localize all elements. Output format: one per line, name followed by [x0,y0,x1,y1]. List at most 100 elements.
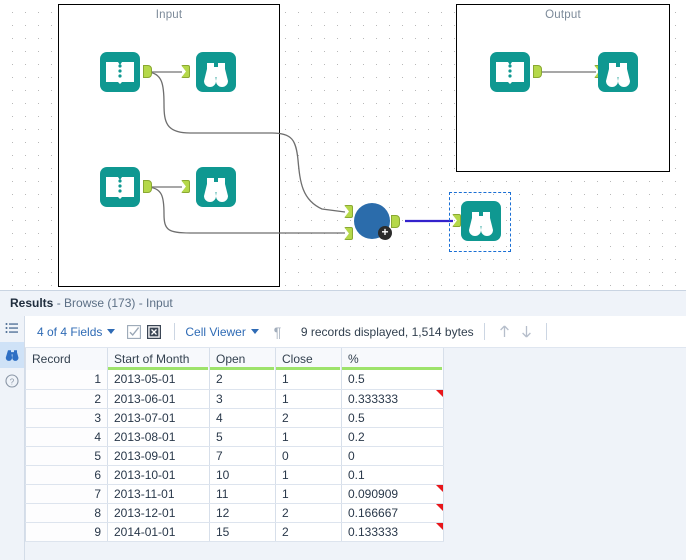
cell-open[interactable]: 4 [209,408,276,428]
cell-pct[interactable]: 0.090909 [341,484,444,504]
chevron-down-icon [107,329,116,334]
cell-month[interactable]: 2013-08-01 [107,427,210,447]
table-row[interactable]: 8 2013-12-01 12 2 0.166667 [25,503,444,523]
browse-binoculars-icon [196,167,236,207]
input-data-tool-2[interactable] [98,165,142,209]
cell-open[interactable]: 15 [209,522,276,542]
metadata-list-icon [5,323,18,333]
input-data-tool-3[interactable] [488,50,532,94]
table-row[interactable]: 5 2013-09-01 7 0 0 [25,446,444,466]
cell-pct[interactable]: 0.133333 [341,522,444,542]
column-header-open[interactable]: Open [209,348,276,370]
output-anchor[interactable] [143,180,152,193]
cell-close[interactable]: 1 [275,427,342,447]
cell-record[interactable]: 2 [25,389,108,409]
table-row[interactable]: 2 2013-06-01 3 1 0.333333 [25,389,444,409]
cell-pct[interactable]: 0.1 [341,465,444,485]
input-container[interactable]: Input [58,4,280,287]
input-data-icon [100,167,140,207]
cell-open[interactable]: 2 [209,370,276,390]
cell-open[interactable]: 5 [209,427,276,447]
cell-close[interactable]: 1 [275,370,342,390]
cell-month[interactable]: 2013-09-01 [107,446,210,466]
cell-record[interactable]: 9 [25,522,108,542]
join-input-anchor-bottom[interactable] [344,227,353,240]
chevron-down-icon [250,329,259,334]
output-anchor[interactable] [143,65,152,78]
cell-close[interactable]: 2 [275,503,342,523]
select-all-fields-button[interactable] [127,324,142,339]
checkbox-check-icon [127,324,142,339]
cell-close[interactable]: 1 [275,465,342,485]
cell-close[interactable]: 1 [275,484,342,504]
add-connection-badge[interactable]: + [378,226,392,240]
column-header-record[interactable]: Record [25,348,108,370]
table-row[interactable]: 3 2013-07-01 4 2 0.5 [25,408,444,428]
results-grid[interactable]: Record Start of Month Open Close% 1 2013-05-… [25,348,686,560]
cell-pct[interactable]: 0.333333 [341,389,444,409]
cell-pct[interactable]: 0.5 [341,370,444,390]
cell-value: 7 [216,448,223,463]
cell-pct[interactable]: 0.2 [341,427,444,447]
deselect-all-fields-button[interactable] [147,324,162,339]
cell-month[interactable]: 2013-07-01 [107,408,210,428]
cell-record[interactable]: 1 [25,370,108,390]
cell-record[interactable]: 8 [25,503,108,523]
input-data-tool-1[interactable] [98,50,142,94]
table-row[interactable]: 6 2013-10-01 10 1 0.1 [25,465,444,485]
column-header-month[interactable]: Start of Month [107,348,210,370]
cell-month[interactable]: 2013-05-01 [107,370,210,390]
sidebar-item-metadata[interactable] [0,316,24,342]
column-header-label: Close [282,352,313,366]
cell-viewer-dropdown[interactable]: Cell Viewer [185,325,259,339]
fields-dropdown[interactable]: 4 of 4 Fields [37,325,116,339]
cell-pct[interactable]: 0.5 [341,408,444,428]
sidebar-item-browse[interactable] [0,342,24,368]
browse-binoculars-icon [5,349,18,361]
cell-record[interactable]: 4 [25,427,108,447]
cell-pct[interactable]: 0 [341,446,444,466]
browse-tool-selected[interactable] [459,199,503,243]
previous-record-button[interactable] [498,324,511,339]
cell-open[interactable]: 7 [209,446,276,466]
column-header-close[interactable]: Close [275,348,342,370]
cell-value: 1 [282,391,289,406]
table-row[interactable]: 9 2014-01-01 15 2 0.133333 [25,522,444,542]
cell-value: 9 [94,524,101,539]
cell-open[interactable]: 11 [209,484,276,504]
cell-close[interactable]: 0 [275,446,342,466]
table-row[interactable]: 7 2013-11-01 11 1 0.090909 [25,484,444,504]
sidebar-item-help[interactable]: ? [0,368,24,394]
table-row[interactable]: 4 2013-08-01 5 1 0.2 [25,427,444,447]
table-row[interactable]: 1 2013-05-01 2 1 0.5 [25,370,444,390]
cell-close[interactable]: 2 [275,522,342,542]
cell-record[interactable]: 7 [25,484,108,504]
input-data-icon [100,52,140,92]
cell-open[interactable]: 12 [209,503,276,523]
show-whitespace-button[interactable]: ¶ [271,325,284,339]
cell-close[interactable]: 2 [275,408,342,428]
cell-close[interactable]: 1 [275,389,342,409]
browse-tool-3[interactable] [596,50,640,94]
cell-record[interactable]: 5 [25,446,108,466]
join-output-anchor[interactable] [391,215,400,228]
toolbar-divider [545,323,547,340]
workflow-canvas[interactable]: Input Output + [0,0,686,290]
cell-warning-flag-icon [436,503,443,511]
browse-tool-1[interactable] [194,50,238,94]
cell-month[interactable]: 2014-01-01 [107,522,210,542]
cell-record[interactable]: 3 [25,408,108,428]
cell-pct[interactable]: 0.166667 [341,503,444,523]
join-input-anchor-top[interactable] [344,205,353,218]
next-record-button[interactable] [520,324,533,339]
cell-open[interactable]: 10 [209,465,276,485]
cell-month[interactable]: 2013-10-01 [107,465,210,485]
cell-month[interactable]: 2013-06-01 [107,389,210,409]
output-anchor[interactable] [533,65,542,78]
column-header-pct[interactable]: % [341,348,444,370]
cell-open[interactable]: 3 [209,389,276,409]
cell-record[interactable]: 6 [25,465,108,485]
cell-month[interactable]: 2013-12-01 [107,503,210,523]
cell-month[interactable]: 2013-11-01 [107,484,210,504]
browse-tool-2[interactable] [194,165,238,209]
